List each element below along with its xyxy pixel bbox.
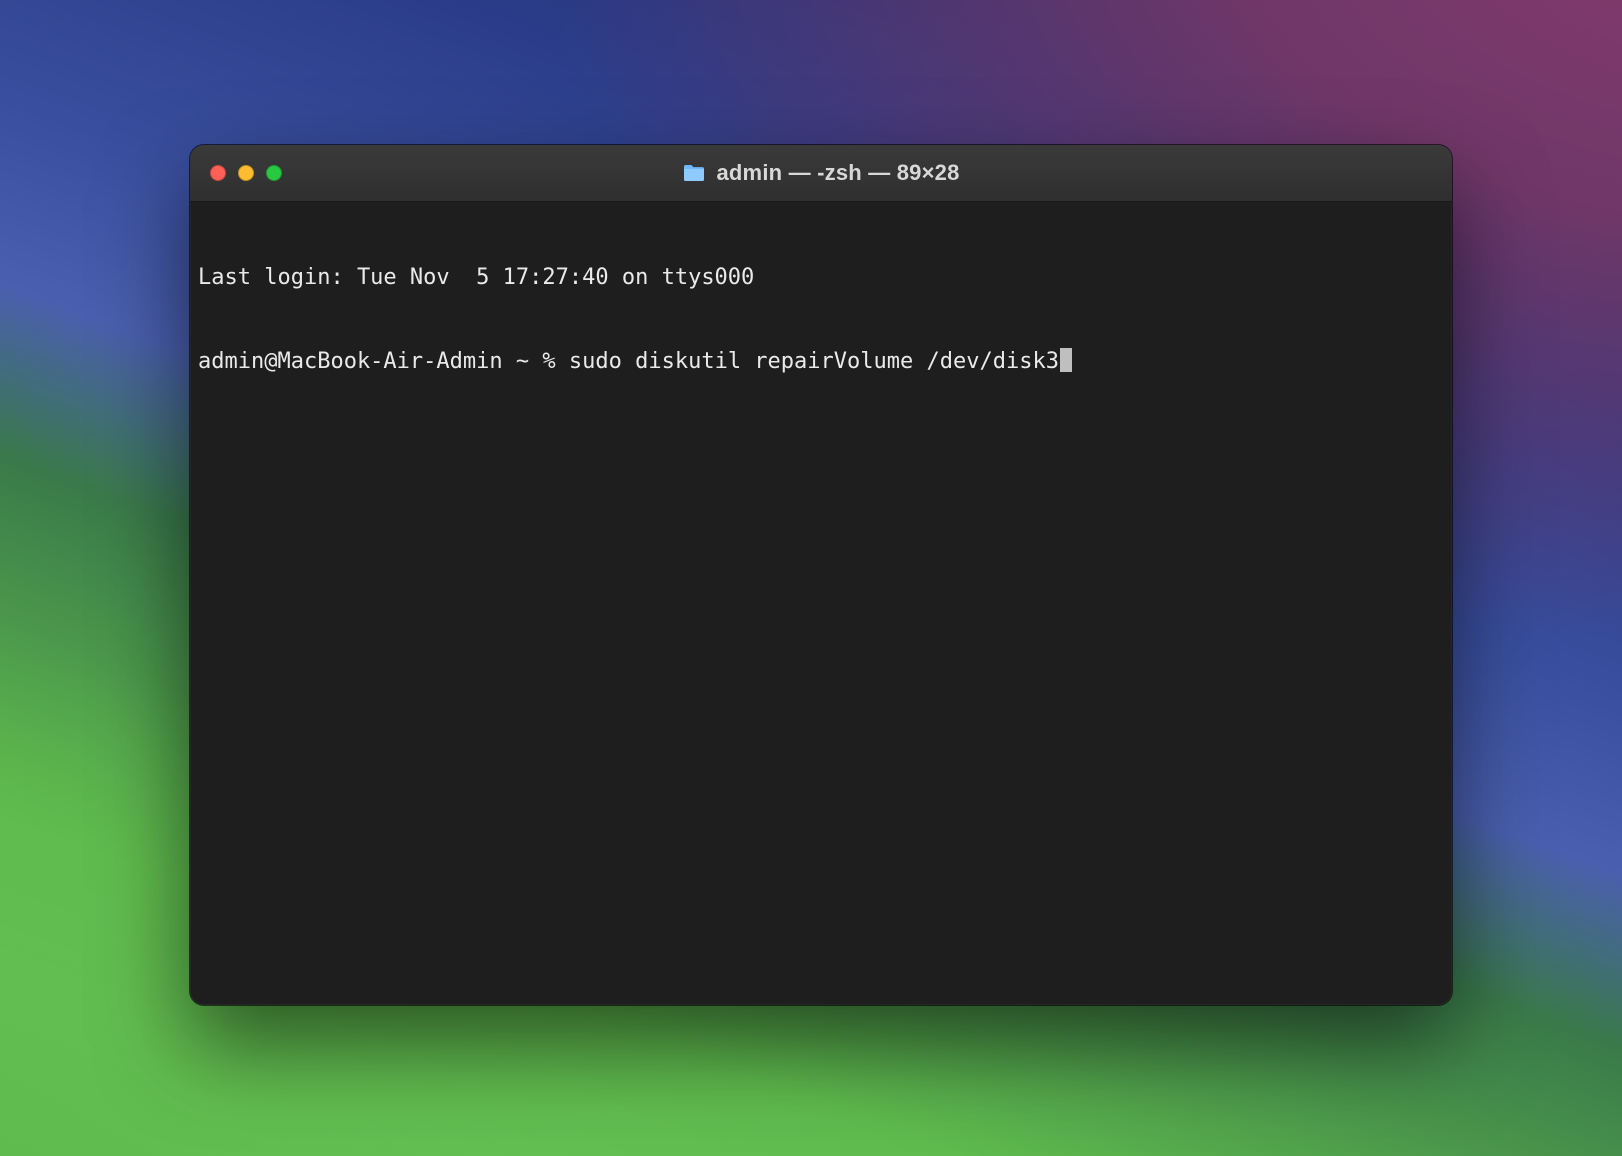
- close-button[interactable]: [210, 165, 226, 181]
- maximize-button[interactable]: [266, 165, 282, 181]
- shell-prompt: admin@MacBook-Air-Admin ~ %: [198, 349, 569, 374]
- terminal-body[interactable]: Last login: Tue Nov 5 17:27:40 on ttys00…: [190, 202, 1452, 1005]
- window-title-container: admin — -zsh — 89×28: [190, 160, 1452, 186]
- prompt-line[interactable]: admin@MacBook-Air-Admin ~ % sudo diskuti…: [198, 348, 1444, 376]
- folder-icon: [682, 163, 706, 183]
- window-title: admin — -zsh — 89×28: [716, 160, 959, 186]
- terminal-window[interactable]: admin — -zsh — 89×28 Last login: Tue Nov…: [190, 145, 1452, 1005]
- minimize-button[interactable]: [238, 165, 254, 181]
- titlebar[interactable]: admin — -zsh — 89×28: [190, 145, 1452, 202]
- typed-command[interactable]: sudo diskutil repairVolume /dev/disk3: [569, 349, 1059, 374]
- desktop-background: admin — -zsh — 89×28 Last login: Tue Nov…: [0, 0, 1622, 1156]
- last-login-line: Last login: Tue Nov 5 17:27:40 on ttys00…: [198, 264, 1444, 292]
- traffic-lights: [210, 165, 282, 181]
- cursor: [1060, 348, 1072, 372]
